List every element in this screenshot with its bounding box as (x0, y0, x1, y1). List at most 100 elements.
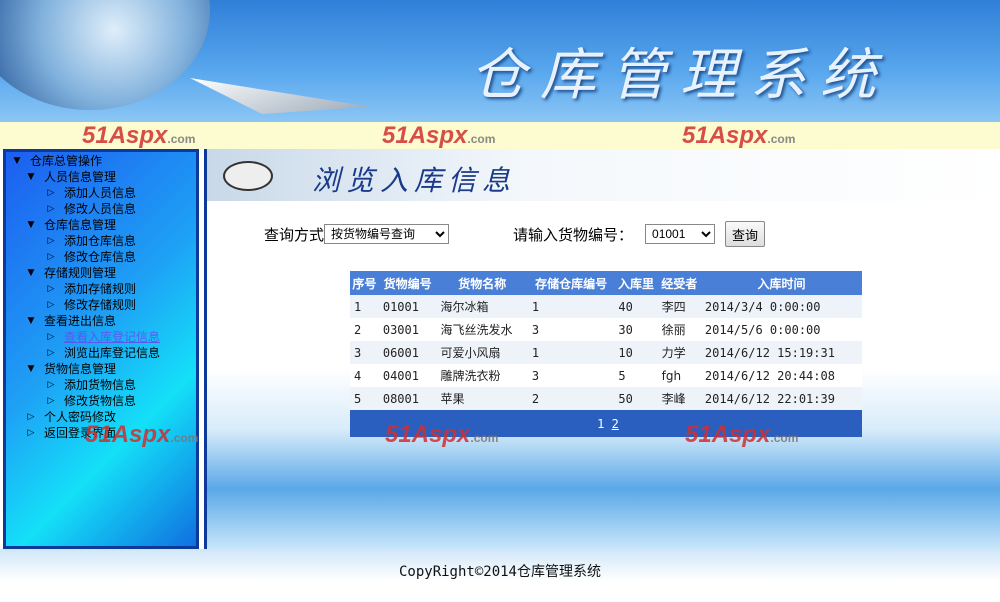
column-header: 入库里 (614, 271, 658, 295)
tree-node-label[interactable]: 添加仓库信息 (64, 233, 136, 249)
expanded-arrow-icon[interactable]: ▼ (24, 313, 38, 329)
table-row: 3 06001 可爱小风扇 1 10 力学 2014/6/12 15:19:31 (350, 341, 862, 364)
tree-node-label[interactable]: 修改仓库信息 (64, 249, 136, 265)
tree-link[interactable]: ▷ 修改货物信息 (10, 393, 192, 409)
collapsed-arrow-icon[interactable]: ▷ (44, 329, 58, 345)
column-header: 经受者 (657, 271, 701, 295)
globe-image (0, 0, 210, 110)
paper-plane-image (190, 78, 370, 114)
expanded-arrow-icon[interactable]: ▼ (24, 217, 38, 233)
tree-group[interactable]: ▼ 仓库信息管理 (10, 217, 192, 233)
table-cell: 30 (614, 318, 658, 341)
goods-code-label: 请输入货物编号： (513, 225, 634, 244)
tree-node-label[interactable]: 修改人员信息 (64, 201, 136, 217)
goods-code-select[interactable]: 01001 (645, 224, 716, 244)
table-cell: 08001 (378, 387, 437, 410)
tree-node-label[interactable]: 仓库总管操作 (30, 153, 102, 169)
query-mode-select[interactable]: 按货物编号查询 (324, 224, 450, 244)
tree-group[interactable]: ▼ 货物信息管理 (10, 361, 192, 377)
table-cell: 1 (350, 295, 379, 318)
main-content: 浏览入库信息 查询方式 按货物编号查询 请输入货物编号： 01001 查询 序号… (85, 149, 1000, 549)
title-bar: 浏览入库信息 (207, 149, 1000, 201)
tree-node-label[interactable]: 添加存储规则 (64, 281, 136, 297)
tree-group[interactable]: ▼ 人员信息管理 (10, 169, 192, 185)
table-cell: 01001 (378, 295, 437, 318)
tree-node-label[interactable]: 浏览出库登记信息 (64, 345, 160, 361)
table-cell: 雕牌洗衣粉 (436, 364, 528, 387)
watermark-strip: 51Aspx.com 51Aspx.com 51Aspx.com (0, 122, 1000, 149)
collapsed-arrow-icon[interactable]: ▷ (44, 297, 58, 313)
ant-mascot-icon (223, 161, 273, 191)
expanded-arrow-icon[interactable]: ▼ (24, 361, 38, 377)
tree-link[interactable]: ▷ 添加货物信息 (10, 377, 192, 393)
table-cell: 10 (614, 341, 658, 364)
table-cell: 2 (527, 387, 615, 410)
collapsed-arrow-icon[interactable]: ▷ (44, 249, 58, 265)
tree-node-label[interactable]: 人员信息管理 (44, 169, 116, 185)
collapsed-arrow-icon[interactable]: ▷ (44, 393, 58, 409)
collapsed-arrow-icon[interactable]: ▷ (24, 409, 38, 425)
expanded-arrow-icon[interactable]: ▼ (10, 153, 24, 169)
query-form: 查询方式 按货物编号查询 请输入货物编号： 01001 查询 (264, 221, 766, 247)
tree-root[interactable]: ▼ 仓库总管操作 (10, 153, 192, 169)
watermark-logo: 51Aspx.com (382, 122, 495, 150)
collapsed-arrow-icon[interactable]: ▷ (44, 377, 58, 393)
collapsed-arrow-icon[interactable]: ▷ (44, 233, 58, 249)
tree-link[interactable]: ▷ 添加人员信息 (10, 185, 192, 201)
watermark-logo: 51Aspx.com (85, 421, 198, 449)
sidebar-tree: ▼ 仓库总管操作 ▼ 人员信息管理 ▷ 添加人员信息 ▷ 修改人员信息 ▼ 仓库信息管理 ▷ 添加仓库… (3, 149, 199, 549)
query-button[interactable]: 查询 (725, 221, 766, 247)
tree-node-label[interactable]: 货物信息管理 (44, 361, 116, 377)
collapsed-arrow-icon[interactable]: ▷ (44, 201, 58, 217)
tree-group[interactable]: ▼ 存储规则管理 (10, 265, 192, 281)
table-cell: 1 (527, 341, 615, 364)
tree-link[interactable]: ▷ 修改人员信息 (10, 201, 192, 217)
collapsed-arrow-icon[interactable]: ▷ (44, 345, 58, 361)
watermark-logo: 51Aspx.com (682, 122, 795, 150)
tree-link[interactable]: ▷ 添加仓库信息 (10, 233, 192, 249)
table-cell: 2014/6/12 22:01:39 (700, 387, 862, 410)
collapsed-arrow-icon[interactable]: ▷ (44, 185, 58, 201)
tree-node-label[interactable]: 存储规则管理 (44, 265, 116, 281)
expanded-arrow-icon[interactable]: ▼ (24, 265, 38, 281)
tree-node-label[interactable]: 仓库信息管理 (44, 217, 116, 233)
expanded-arrow-icon[interactable]: ▼ (24, 169, 38, 185)
watermark-text: 51Aspx (682, 122, 768, 149)
tree-link[interactable]: ▷ 浏览出库登记信息 (10, 345, 192, 361)
watermark-text: 51Aspx (82, 122, 168, 149)
tree-link[interactable]: ▷ 查看入库登记信息 (10, 329, 192, 345)
tree-link[interactable]: ▷ 修改存储规则 (10, 297, 192, 313)
tree-node-label[interactable]: 查看进出信息 (44, 313, 116, 329)
watermark-suffix: .com (167, 132, 196, 146)
table-cell: 2014/6/12 15:19:31 (700, 341, 862, 364)
page-link-1: 1 (597, 416, 605, 431)
column-header: 货物名称 (436, 271, 528, 295)
table-cell: 4 (350, 364, 379, 387)
tree-node-label[interactable]: 查看入库登记信息 (64, 329, 160, 345)
inbound-table: 序号 货物编号 货物名称 存储仓库编号 入库里 经受者 入库时间 1 01001 海尔冰箱 1 40… (350, 271, 862, 437)
table-row: 4 04001 雕牌洗衣粉 3 5 fgh 2014/6/12 20:44:08 (350, 364, 862, 387)
tree-link[interactable]: ▷ 添加存储规则 (10, 281, 192, 297)
table-cell: 力学 (657, 341, 701, 364)
tree-node-label[interactable]: 修改存储规则 (64, 297, 136, 313)
collapsed-arrow-icon[interactable]: ▷ (24, 425, 38, 441)
header-banner: 仓库管理系统 (0, 0, 1000, 122)
footer: CopyRight©2014仓库管理系统 (0, 549, 1000, 602)
tree-node-label[interactable]: 添加人员信息 (64, 185, 136, 201)
column-header: 货物编号 (378, 271, 437, 295)
table-cell: 5 (350, 387, 379, 410)
tree-node-label[interactable]: 添加货物信息 (64, 377, 136, 393)
table-cell: 40 (614, 295, 658, 318)
collapsed-arrow-icon[interactable]: ▷ (44, 281, 58, 297)
page-link-2[interactable]: 2 (612, 417, 619, 431)
watermark-suffix: .com (467, 132, 496, 146)
tree-link[interactable]: ▷ 修改仓库信息 (10, 249, 192, 265)
table-cell: 可爱小风扇 (436, 341, 528, 364)
table-cell: 06001 (378, 341, 437, 364)
tree-group[interactable]: ▼ 查看进出信息 (10, 313, 192, 329)
tree-node-label[interactable]: 修改货物信息 (64, 393, 136, 409)
table-header-row: 序号 货物编号 货物名称 存储仓库编号 入库里 经受者 入库时间 (350, 271, 862, 295)
table-cell: 2014/5/6 0:00:00 (700, 318, 862, 341)
watermark-text: 51Aspx (85, 421, 171, 448)
copyright-text: CopyRight©2014仓库管理系统 (398, 564, 601, 580)
